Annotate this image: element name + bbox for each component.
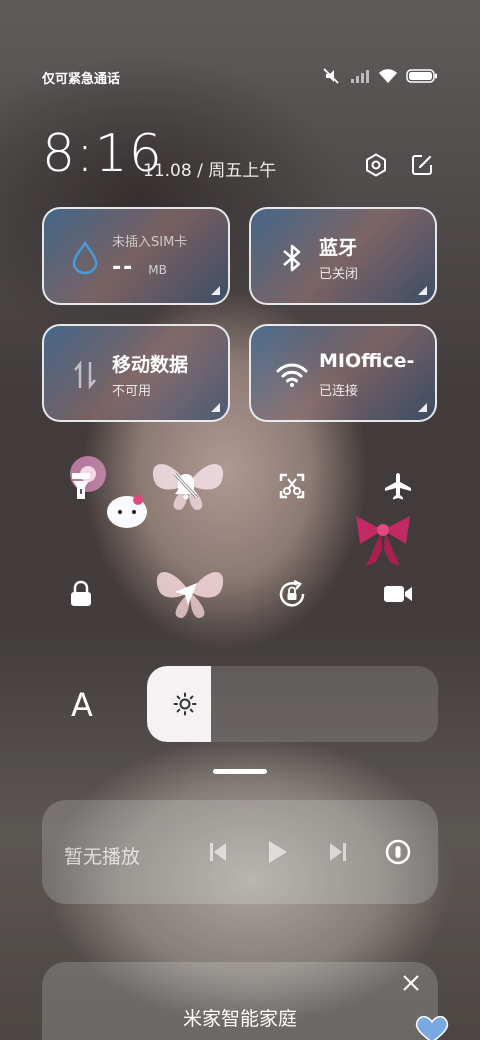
heart-sticker xyxy=(415,1015,449,1040)
flashlight-toggle[interactable] xyxy=(61,466,101,506)
lock-icon xyxy=(71,580,91,606)
signal-icon xyxy=(351,70,369,83)
silent-icon xyxy=(323,68,339,84)
water-drop-icon xyxy=(72,241,98,275)
lock-screen-toggle[interactable] xyxy=(61,574,101,614)
smart-home-card[interactable]: 米家智能家庭 xyxy=(42,962,438,1040)
bow-sticker xyxy=(356,516,410,566)
date-text: 11.08 / 周五上午 xyxy=(143,161,277,181)
data-usage-value: -- MB xyxy=(112,255,167,280)
cast-button[interactable] xyxy=(382,836,414,868)
mobile-data-status: 不可用 xyxy=(112,384,152,399)
screenshot-icon xyxy=(279,473,305,499)
tile-expand-corner xyxy=(211,403,220,412)
status-bar: 仅可紧急通话 xyxy=(0,66,480,88)
brightness-slider[interactable] xyxy=(147,666,438,742)
tile-expand-corner xyxy=(211,286,220,295)
close-icon[interactable] xyxy=(400,972,422,994)
font-size-button[interactable]: A xyxy=(62,686,102,724)
bluetooth-status: 已关闭 xyxy=(319,267,359,282)
wifi-network-label: MIOffice- xyxy=(319,350,415,372)
bluetooth-icon xyxy=(283,244,301,272)
play-button[interactable] xyxy=(262,836,294,868)
kitty-sticker xyxy=(107,495,147,528)
mobile-data-tile[interactable]: 移动数据 不可用 xyxy=(42,324,230,422)
next-icon xyxy=(330,843,346,861)
mobile-data-icon xyxy=(74,360,96,390)
settings-button[interactable] xyxy=(359,148,393,182)
media-player: 暂无播放 xyxy=(42,800,438,904)
edit-button[interactable] xyxy=(405,148,439,182)
rotation-lock-toggle[interactable] xyxy=(272,574,312,614)
tile-expand-corner xyxy=(418,286,427,295)
battery-icon xyxy=(406,69,437,83)
tile-expand-corner xyxy=(418,403,427,412)
airplane-icon xyxy=(385,473,411,500)
wifi-tile[interactable]: MIOffice- 已连接 xyxy=(249,324,437,422)
sun-icon xyxy=(173,692,197,716)
silent-toggle[interactable] xyxy=(166,466,206,506)
play-icon xyxy=(269,841,287,863)
screenshot-toggle[interactable] xyxy=(272,466,312,506)
sim-status-label: 未插入SIM卡 xyxy=(112,235,188,250)
smart-home-title: 米家智能家庭 xyxy=(182,1008,297,1030)
wifi-icon xyxy=(379,68,397,83)
previous-button[interactable] xyxy=(202,836,234,868)
wifi-icon xyxy=(276,363,308,387)
cast-icon xyxy=(385,839,411,865)
location-icon xyxy=(175,583,197,605)
video-icon xyxy=(384,586,412,602)
screen-record-toggle[interactable] xyxy=(378,574,418,614)
data-usage-unit: MB xyxy=(148,263,167,277)
wifi-status: 已连接 xyxy=(319,384,359,399)
rotation-lock-icon xyxy=(279,579,305,607)
location-toggle[interactable] xyxy=(166,574,206,614)
previous-icon xyxy=(210,843,226,861)
airplane-toggle[interactable] xyxy=(378,466,418,506)
sim-data-tile[interactable]: 未插入SIM卡 -- MB xyxy=(42,207,230,305)
data-usage-number: -- xyxy=(112,255,135,280)
media-status: 暂无播放 xyxy=(64,846,141,868)
drag-handle[interactable] xyxy=(213,769,267,774)
bluetooth-tile[interactable]: 蓝牙 已关闭 xyxy=(249,207,437,305)
bell-off-icon xyxy=(173,472,199,500)
mobile-data-label: 移动数据 xyxy=(112,354,189,376)
next-button[interactable] xyxy=(322,836,354,868)
edit-icon xyxy=(412,155,432,175)
carrier-text: 仅可紧急通话 xyxy=(42,72,121,87)
flashlight-icon xyxy=(72,473,90,499)
bluetooth-label: 蓝牙 xyxy=(319,237,358,259)
gear-icon xyxy=(366,153,386,177)
